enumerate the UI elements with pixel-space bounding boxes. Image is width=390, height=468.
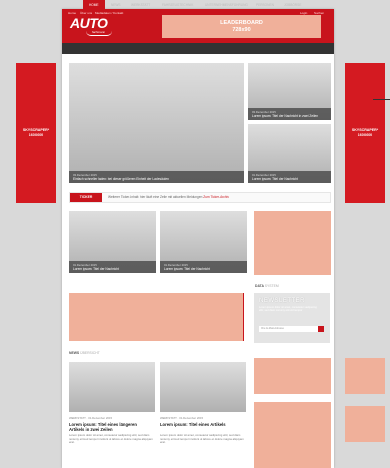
outer-ad-small-2[interactable] bbox=[345, 406, 385, 442]
sidebar-ad-large[interactable] bbox=[254, 402, 331, 468]
hero-side2-title[interactable]: Lorem ipsum: Titel der Nachricht bbox=[252, 177, 327, 181]
news-article-1-title[interactable]: Lorem ipsum: Titel eines längeren Artike… bbox=[69, 422, 153, 432]
news-label-strong: NEWS bbox=[69, 351, 80, 355]
hero-main-title[interactable]: Einfach schneller laden: bei dieser größ… bbox=[73, 177, 240, 181]
skyscraper-left-size: 160X600 bbox=[28, 133, 44, 137]
ticker-label: TICKER bbox=[70, 193, 102, 202]
sidebar-label-strong: DATA bbox=[255, 284, 264, 288]
skyscraper-ad-left[interactable]: SKYSCRAPER* 160X600 bbox=[16, 63, 56, 203]
leaderboard-size: 728x90 bbox=[232, 26, 251, 33]
site-logo[interactable]: AUTO bbox=[70, 16, 108, 30]
hero-side-article-2[interactable]: 01.Dezember 2015 Lorem ipsum: Titel der … bbox=[248, 124, 331, 183]
annotation-pointer-line bbox=[373, 99, 390, 100]
newsletter-text: Lorem ipsum dolor sit amet, consetetur s… bbox=[259, 306, 317, 313]
nav-item-jobboerse[interactable]: JOBBÖRSE bbox=[284, 0, 301, 11]
teaser2-title[interactable]: Lorem ipsum: Titel der Nachricht bbox=[164, 267, 243, 271]
logo-subtitle: fachmann bbox=[92, 30, 106, 34]
medium-rectangle-ad-top[interactable] bbox=[254, 211, 331, 275]
nav-item-werkstatt[interactable]: WERKSTATT bbox=[131, 0, 150, 11]
ticker-headline[interactable]: Weiterer Ticker-Inhalt: hier läuft eine … bbox=[108, 195, 202, 199]
nav-item-fahrzeugtechnik[interactable]: FAHRZEUGTECHNIK bbox=[162, 0, 193, 11]
banner-ad-edge bbox=[243, 293, 244, 341]
news-article-2-meta: WERKSTATT · 01.Dezember 2015 bbox=[160, 416, 204, 420]
news-article-1-meta: WERKSTATT · 01.Dezember 2015 bbox=[69, 416, 113, 420]
teaser-article-1[interactable]: 01.Dezember 2015 Lorem ipsum: Titel der … bbox=[69, 211, 156, 273]
main-navigation bbox=[62, 43, 334, 54]
newsletter-title: NEWSLETTER bbox=[259, 298, 306, 304]
teaser-article-2[interactable]: 01.Dezember 2015 Lorem ipsum: Titel der … bbox=[160, 211, 247, 273]
leaderboard-label: LEADERBOARD bbox=[220, 19, 263, 26]
news-article-1-image[interactable] bbox=[69, 362, 155, 412]
skyscraper-ad-right[interactable]: SKYSCRAPER* 160X600 bbox=[345, 63, 385, 203]
nav-item-home[interactable]: HOME bbox=[83, 0, 105, 11]
nav-item-personen[interactable]: PERSONEN bbox=[256, 0, 274, 11]
newsletter-submit-button[interactable] bbox=[318, 326, 324, 332]
content-banner-ad[interactable] bbox=[69, 293, 244, 341]
news-label-light: ÜBERSICHT bbox=[80, 351, 100, 355]
sidebar-ad-small[interactable] bbox=[254, 358, 331, 394]
outer-ad-small-1[interactable] bbox=[345, 358, 385, 394]
news-section-label: NEWS ÜBERSICHT bbox=[69, 351, 100, 355]
leaderboard-ad[interactable]: LEADERBOARD 728x90 bbox=[162, 15, 321, 38]
hero-side-article-1[interactable]: 03.Dezember 2015 Lorem ipsum: Titel der … bbox=[248, 63, 331, 120]
news-article-2-text: Lorem ipsum dolor sit amet, consetetur s… bbox=[160, 433, 244, 445]
skyscraper-right-size: 160X600 bbox=[357, 133, 373, 137]
nav-item-news[interactable]: NEWS bbox=[111, 0, 121, 11]
news-article-2-title[interactable]: Lorem ipsum: Titel eines Artikels bbox=[160, 422, 244, 427]
ticker-text: Weiterer Ticker-Inhalt: hier läuft eine … bbox=[108, 193, 229, 202]
hero-side1-title[interactable]: Lorem ipsum: Titel der Nachricht in zwei… bbox=[252, 114, 327, 118]
hero-main-article[interactable]: 03.Dezember 2015 Einfach schneller laden… bbox=[69, 63, 244, 183]
news-ticker: TICKER Weiterer Ticker-Inhalt: hier läuf… bbox=[69, 192, 331, 203]
sidebar-section-label: DATA SYSTEM bbox=[255, 284, 279, 288]
ticker-archive-link[interactable]: Zum Ticker-Archiv bbox=[203, 195, 229, 199]
sidebar-label-light: SYSTEM bbox=[264, 284, 279, 288]
newsletter-box: NEWSLETTER Lorem ipsum dolor sit amet, c… bbox=[254, 293, 330, 343]
newsletter-email-input[interactable]: Ihre E-Mail-Adresse bbox=[259, 326, 319, 332]
news-article-1-text: Lorem ipsum dolor sit amet, consetetur s… bbox=[69, 433, 153, 445]
teaser1-title[interactable]: Lorem ipsum: Titel der Nachricht bbox=[73, 267, 152, 271]
nav-item-unternehmensfuehrung[interactable]: UNTERNEHMENSFÜHRUNG bbox=[205, 0, 248, 11]
news-article-2-image[interactable] bbox=[160, 362, 246, 412]
